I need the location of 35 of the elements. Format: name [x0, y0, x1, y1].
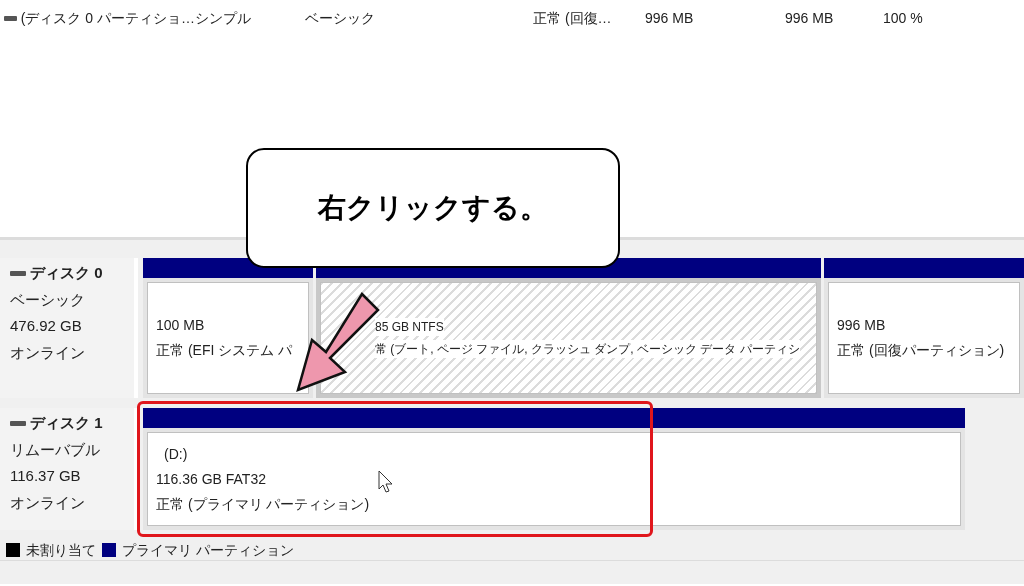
- partition-text: 正常 (プライマリ パーティション): [156, 494, 370, 514]
- partition-text: (D:): [163, 444, 188, 464]
- legend-label: 未割り当て: [26, 540, 96, 560]
- partition-block[interactable]: (D:) 116.36 GB FAT32 正常 (プライマリ パーティション): [143, 408, 965, 530]
- drive-icon: [10, 420, 26, 426]
- table-cell-text: 正常 (回復…: [533, 8, 612, 28]
- legend-label: プライマリ パーティション: [122, 540, 294, 560]
- drive-icon: [10, 270, 26, 276]
- table-cell-text: 996 MB: [645, 8, 694, 28]
- partition-text: 正常 (EFI システム パ: [156, 341, 293, 360]
- partition-block[interactable]: 100 MB 正常 (EFI システム パ: [143, 258, 313, 398]
- callout-text: 右クリックする。: [318, 191, 548, 225]
- partition-text: 正常 (回復パーティション): [837, 341, 1005, 360]
- partition-text: 996 MB: [837, 316, 886, 335]
- table-cell-text: 100 %: [883, 8, 923, 28]
- disk-name: ディスク 0: [30, 263, 103, 283]
- disk-type: ベーシック: [10, 289, 86, 310]
- table-cell-text: ベーシック: [305, 8, 375, 28]
- drive-icon: [4, 15, 17, 21]
- partition-text: 常 (ブート, ページ ファイル, クラッシュ ダンプ, ベーシック データ パーティシ: [375, 340, 800, 358]
- table-cell-text: シンプル: [195, 8, 251, 28]
- disk-name: ディスク 1: [30, 413, 103, 433]
- disk-size: 476.92 GB: [10, 316, 83, 336]
- partition-block[interactable]: 996 MB 正常 (回復パーティション): [824, 258, 1024, 398]
- partition-text: 85 GB NTFS: [375, 318, 444, 336]
- partition-text: 116.36 GB FAT32: [156, 469, 266, 489]
- disk-status: オンライン: [10, 342, 86, 363]
- disk-type: リムーバブル: [10, 439, 101, 460]
- table-cell-text: (ディスク 0 パーティショ…: [20, 8, 195, 28]
- partition-text: 100 MB: [156, 316, 205, 335]
- partition-block[interactable]: 85 GB NTFS 常 (ブート, ページ ファイル, クラッシュ ダンプ, ベーシック データ パーティシ: [316, 258, 821, 398]
- disk-size: 116.37 GB: [10, 466, 82, 486]
- disk-status: オンライン: [10, 492, 86, 513]
- table-cell-text: 996 MB: [785, 8, 834, 28]
- cursor-icon: [378, 470, 393, 493]
